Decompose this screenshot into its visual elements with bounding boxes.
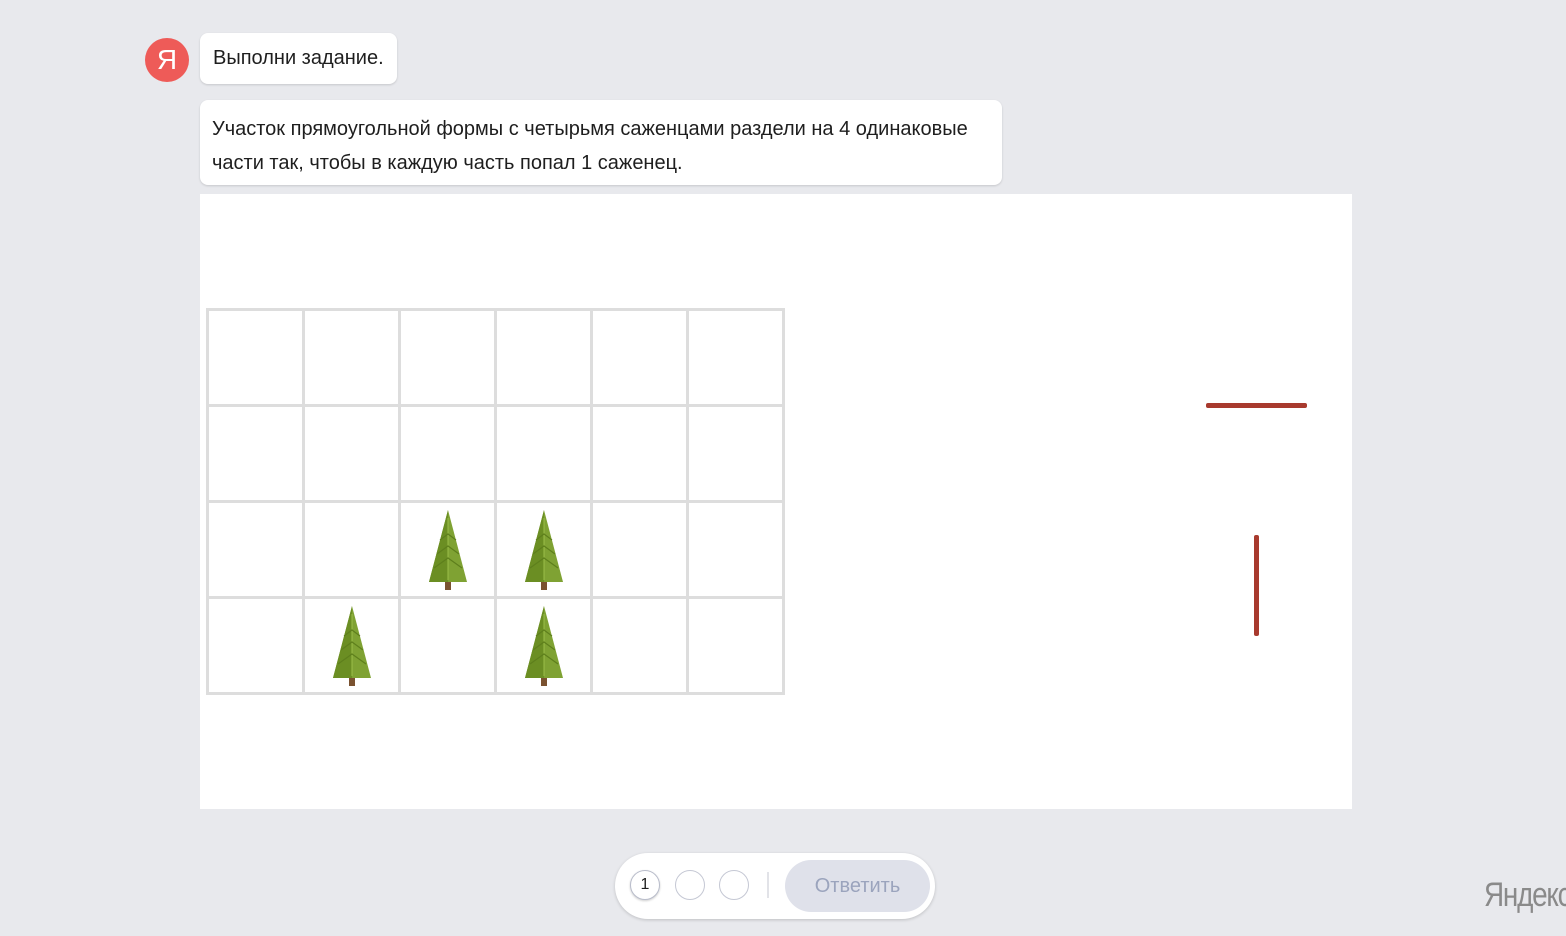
grid-cell bbox=[206, 596, 305, 695]
grid-cell bbox=[206, 308, 305, 407]
assistant-avatar: Я bbox=[145, 38, 189, 82]
controls-divider bbox=[767, 872, 769, 898]
step-indicator-2[interactable] bbox=[675, 870, 705, 900]
task-description: Участок прямоугольной формы с четырьмя с… bbox=[212, 118, 968, 174]
grid-cell bbox=[494, 404, 593, 503]
answer-button[interactable]: Ответить bbox=[785, 860, 930, 912]
grid-cell bbox=[302, 404, 401, 503]
plot-grid[interactable] bbox=[206, 308, 785, 695]
grid-cell bbox=[398, 596, 497, 695]
step-indicator-1[interactable]: 1 bbox=[630, 870, 660, 900]
grid-cell bbox=[590, 308, 689, 407]
answer-controls: 1 Ответить bbox=[615, 853, 935, 919]
task-description-bubble: Участок прямоугольной формы с четырьмя с… bbox=[200, 100, 1002, 185]
grid-cell bbox=[398, 308, 497, 407]
step-indicator-3[interactable] bbox=[719, 870, 749, 900]
step-label: 1 bbox=[640, 876, 650, 893]
grid-cell bbox=[494, 308, 593, 407]
grid-cell bbox=[686, 308, 785, 407]
fir-tree-icon bbox=[524, 510, 563, 590]
task-board bbox=[200, 194, 1352, 809]
grid-cell bbox=[686, 500, 785, 599]
task-title-bubble: Выполни задание. bbox=[200, 33, 397, 84]
grid-cell bbox=[590, 596, 689, 695]
fir-tree-icon bbox=[524, 606, 563, 686]
grid-cell bbox=[398, 404, 497, 503]
grid-cell bbox=[590, 404, 689, 503]
page: Я Выполни задание. Участок прямоугольной… bbox=[0, 0, 1566, 936]
grid-cell bbox=[686, 596, 785, 695]
fir-tree-icon bbox=[332, 606, 371, 686]
avatar-letter: Я bbox=[156, 44, 178, 75]
draggable-stick-horizontal[interactable] bbox=[1206, 403, 1307, 408]
fir-tree-icon bbox=[428, 510, 467, 590]
grid-cell bbox=[686, 404, 785, 503]
yandex-logo: Яндекс bbox=[1484, 876, 1566, 914]
draggable-stick-vertical[interactable] bbox=[1254, 535, 1259, 636]
task-title: Выполни задание. bbox=[213, 47, 384, 69]
grid-cell bbox=[302, 308, 401, 407]
grid-cell bbox=[206, 404, 305, 503]
grid-cell bbox=[590, 500, 689, 599]
grid-cell bbox=[302, 500, 401, 599]
grid-cell bbox=[206, 500, 305, 599]
